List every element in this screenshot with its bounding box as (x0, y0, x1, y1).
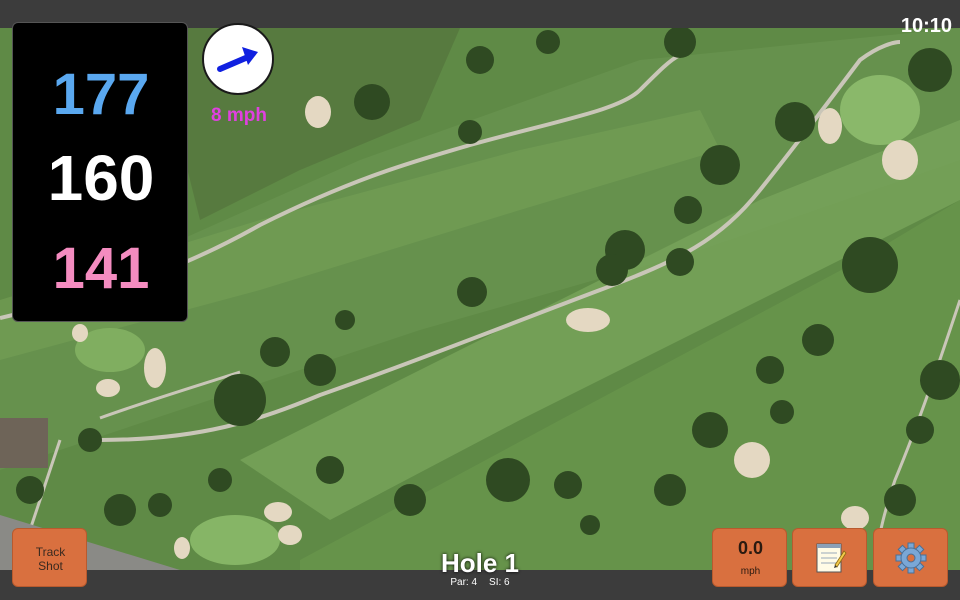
notepad-icon (816, 543, 847, 573)
distance-middle: 160 (47, 142, 155, 214)
speed-button[interactable]: 0.0 mph (712, 528, 787, 587)
speed-value: 0.0 (737, 538, 764, 558)
settings-button[interactable] (873, 528, 948, 587)
wind-speed: 8 mph (211, 105, 267, 126)
clock: 10:10 (900, 15, 952, 37)
gear-icon (895, 542, 927, 574)
hole-title: Hole 1 (440, 548, 520, 578)
distance-panel: 177 160 141 (12, 22, 188, 322)
distance-back: 177 (52, 62, 150, 127)
wind-indicator[interactable] (202, 23, 274, 95)
speed-unit: mph (740, 566, 761, 577)
track-shot-label: Track Shot (35, 545, 66, 573)
notes-button[interactable] (792, 528, 867, 587)
hole-stroke-index: SI: 6 (489, 577, 510, 588)
distance-front: 141 (52, 236, 150, 301)
track-shot-button[interactable]: Track Shot (12, 528, 87, 587)
hole-par: Par: 4 (450, 577, 478, 588)
wind-arrow-icon (217, 47, 258, 72)
hole-info: Par: 4 SI: 6 (380, 577, 580, 589)
